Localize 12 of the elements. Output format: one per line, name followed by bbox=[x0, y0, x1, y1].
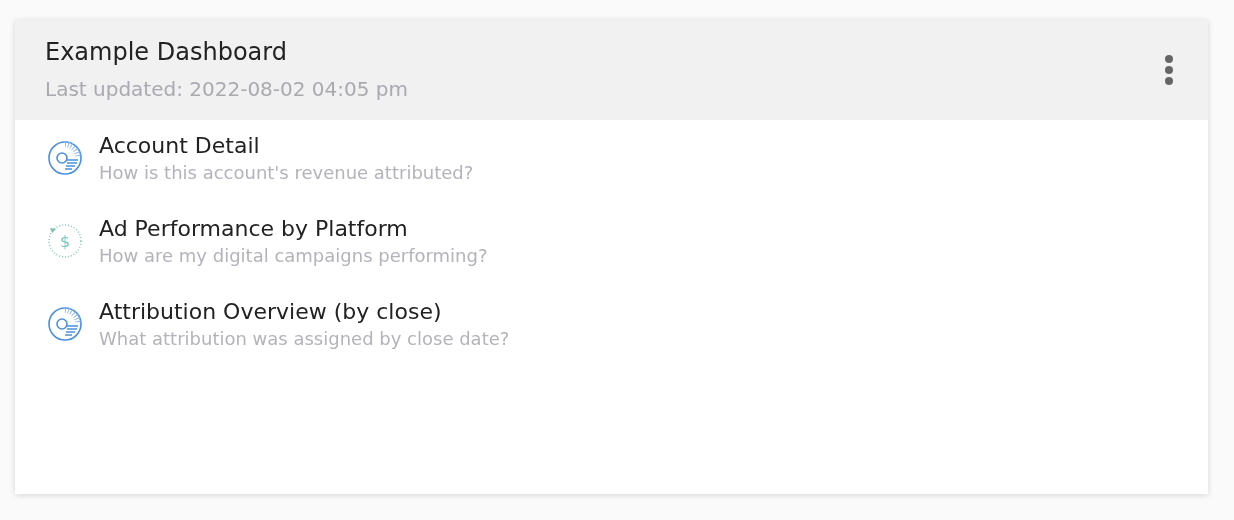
report-description: What attribution was assigned by close date? bbox=[99, 327, 510, 351]
kebab-icon bbox=[1164, 54, 1174, 86]
last-updated-text: Last updated: 2022-08-02 04:05 pm bbox=[45, 76, 409, 103]
dashboard-title: Example Dashboard bbox=[45, 37, 288, 68]
donut-chart-icon bbox=[47, 140, 83, 176]
dollar-refresh-icon: $ bbox=[47, 223, 83, 259]
report-description: How are my digital campaigns performing? bbox=[99, 244, 488, 268]
report-description: How is this account's revenue attributed? bbox=[99, 161, 474, 185]
report-link[interactable]: Ad Performance by Platform bbox=[99, 215, 488, 243]
donut-chart-icon bbox=[47, 306, 83, 342]
report-link[interactable]: Account Detail bbox=[99, 132, 474, 160]
report-link[interactable]: Attribution Overview (by close) bbox=[99, 298, 510, 326]
